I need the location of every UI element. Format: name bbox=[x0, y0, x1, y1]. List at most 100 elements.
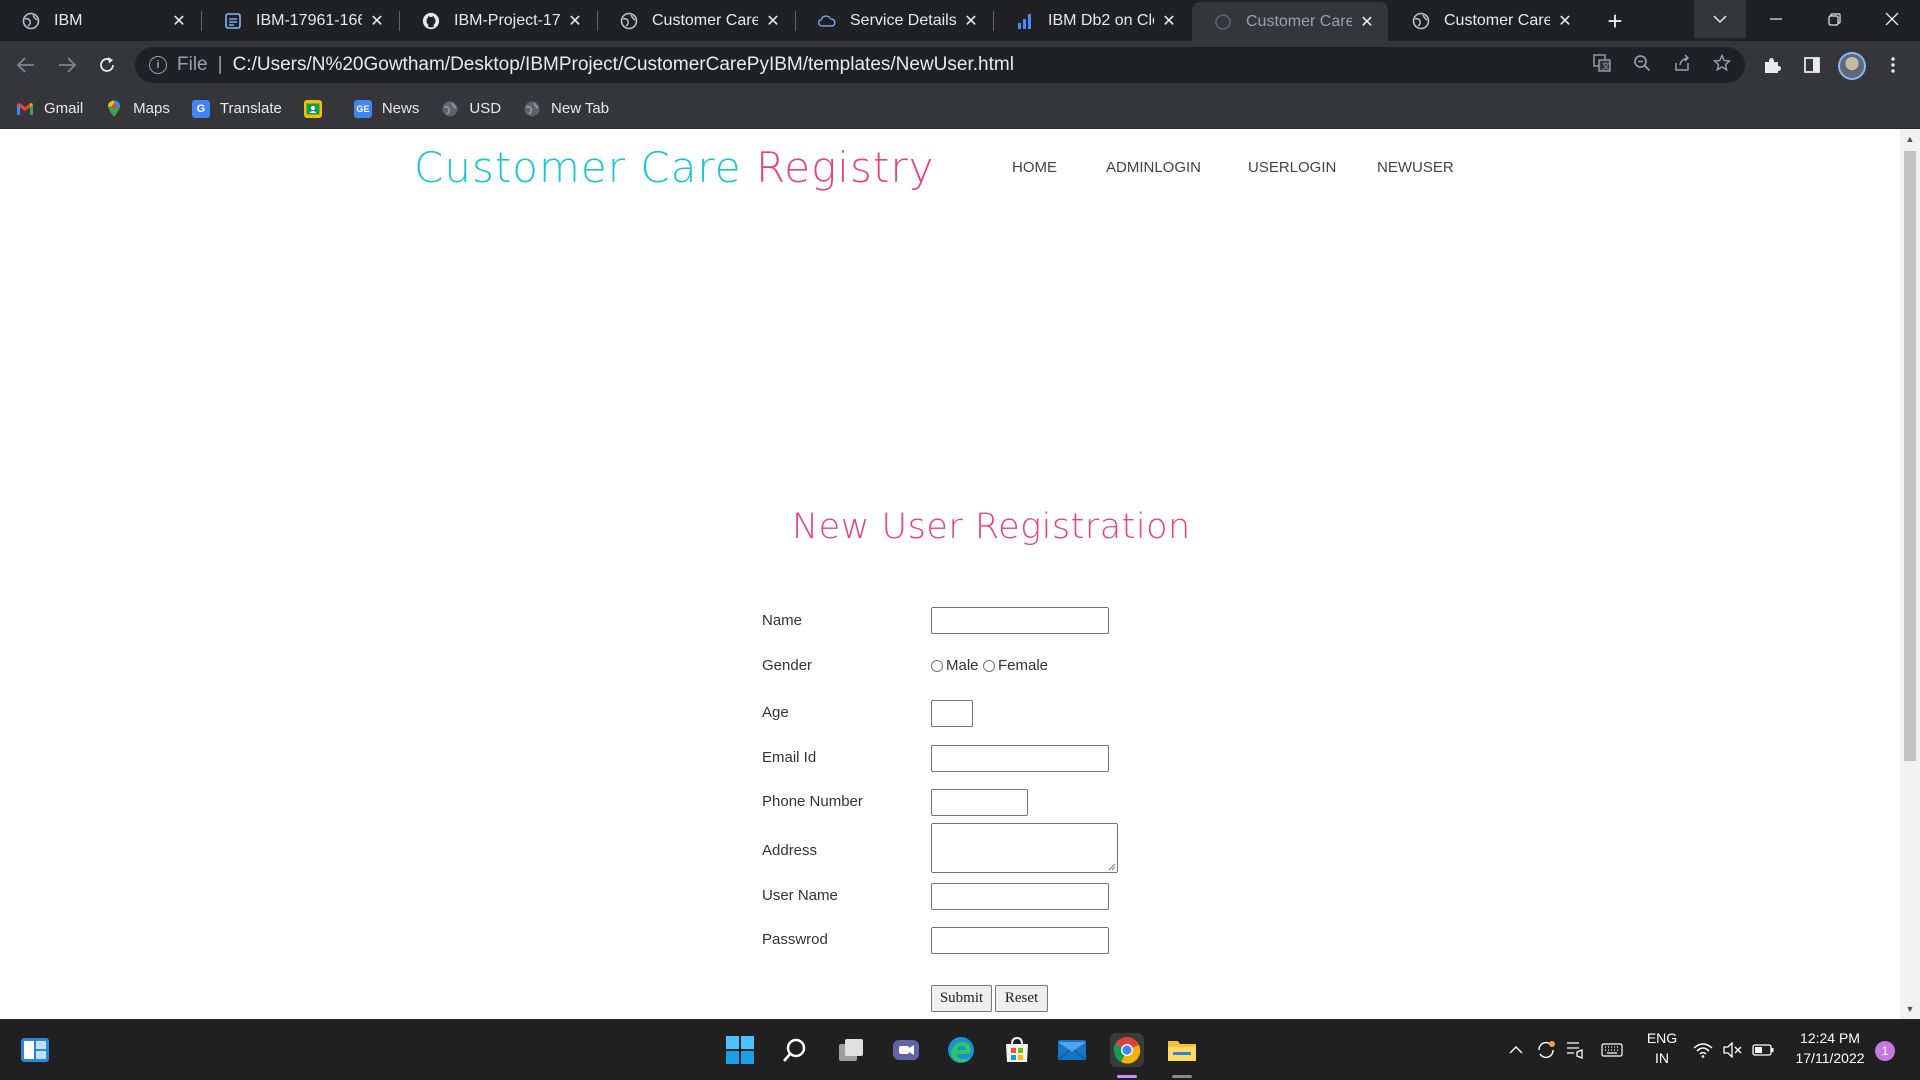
address-textarea[interactable] bbox=[931, 823, 1118, 873]
password-label: Passwrod bbox=[762, 931, 828, 948]
info-icon[interactable]: i bbox=[149, 56, 167, 74]
region-code: IN bbox=[1655, 1050, 1669, 1066]
browser-tab[interactable]: Service Details - I ✕ bbox=[796, 2, 992, 40]
volume-muted-icon[interactable] bbox=[1720, 1033, 1746, 1067]
page-scrollbar[interactable]: ▲ ▼ bbox=[1900, 129, 1920, 1019]
start-icon[interactable] bbox=[723, 1033, 757, 1067]
clock-date: 17/11/2022 bbox=[1795, 1050, 1865, 1066]
close-icon[interactable]: ✕ bbox=[1358, 13, 1376, 31]
tab-title: IBM-17961-16625 bbox=[256, 12, 362, 29]
close-window-button[interactable] bbox=[1864, 0, 1920, 38]
wifi-icon[interactable] bbox=[1690, 1033, 1716, 1067]
teams-chat-icon[interactable] bbox=[889, 1033, 923, 1067]
profile-avatar[interactable] bbox=[1838, 52, 1866, 80]
browser-tab[interactable]: IBM ✕ bbox=[0, 2, 200, 40]
mail-icon[interactable] bbox=[1055, 1033, 1089, 1067]
back-button[interactable] bbox=[10, 49, 42, 81]
bookmark-star-icon[interactable] bbox=[1712, 53, 1732, 77]
svg-text:文: 文 bbox=[1602, 61, 1610, 71]
address-bar[interactable]: i File | C:/Users/N%20Gowtham/Desktop/IB… bbox=[135, 47, 1745, 83]
gender-male-radio[interactable] bbox=[931, 660, 943, 672]
system-clock[interactable]: 12:24 PM 17/11/2022 bbox=[1790, 1028, 1870, 1068]
bookmark-translate[interactable]: G Translate bbox=[191, 99, 282, 118]
search-icon[interactable] bbox=[778, 1033, 812, 1067]
browser-tab[interactable]: IBM-17961-16625 ✕ bbox=[202, 2, 398, 40]
github-icon bbox=[422, 12, 440, 30]
scroll-down-arrow-icon[interactable]: ▼ bbox=[1900, 1001, 1920, 1017]
age-input[interactable] bbox=[931, 700, 973, 727]
nav-userlogin[interactable]: USERLOGIN bbox=[1248, 159, 1336, 176]
file-explorer-icon[interactable] bbox=[1165, 1033, 1199, 1067]
share-icon[interactable] bbox=[1673, 53, 1691, 77]
bookmark-new-tab[interactable]: New Tab bbox=[523, 100, 609, 118]
extensions-button[interactable] bbox=[1756, 49, 1788, 81]
zoom-icon[interactable] bbox=[1633, 54, 1651, 77]
close-icon[interactable]: ✕ bbox=[764, 12, 782, 30]
scroll-up-arrow-icon[interactable]: ▲ bbox=[1900, 131, 1920, 147]
bookmark-news[interactable]: GE News bbox=[353, 99, 420, 118]
close-icon[interactable]: ✕ bbox=[566, 12, 584, 30]
nav-newuser[interactable]: NEWUSER bbox=[1377, 159, 1454, 176]
close-icon[interactable]: ✕ bbox=[962, 12, 980, 30]
password-input[interactable] bbox=[931, 927, 1109, 954]
chevron-up-icon[interactable] bbox=[1506, 1033, 1526, 1067]
task-view-icon[interactable] bbox=[834, 1033, 868, 1067]
chrome-menu-button[interactable] bbox=[1877, 49, 1909, 81]
browser-tab[interactable]: IBM Db2 on Clou ✕ bbox=[994, 2, 1190, 40]
forward-button[interactable] bbox=[51, 49, 83, 81]
open-app-indicator bbox=[1172, 1075, 1192, 1078]
close-icon[interactable]: ✕ bbox=[170, 12, 188, 30]
site-logo[interactable]: Customer Care Registry bbox=[414, 143, 934, 192]
battery-icon[interactable] bbox=[1750, 1033, 1776, 1067]
language-indicator[interactable]: ENG IN bbox=[1642, 1028, 1682, 1068]
browser-tab[interactable]: Customer Care Re ✕ bbox=[598, 2, 794, 40]
name-label: Name bbox=[762, 612, 803, 629]
widgets-icon[interactable] bbox=[18, 1033, 52, 1067]
browser-tab[interactable]: IBM-Project-1796 ✕ bbox=[400, 2, 596, 40]
nav-adminlogin[interactable]: ADMINLOGIN bbox=[1106, 159, 1201, 176]
email-label: Email Id bbox=[762, 749, 817, 766]
restore-button[interactable] bbox=[1806, 0, 1862, 38]
globe-icon bbox=[523, 100, 541, 118]
email-input[interactable] bbox=[931, 745, 1109, 772]
tab-title: Customer Care Re bbox=[1246, 12, 1352, 30]
puzzle-icon bbox=[1765, 58, 1781, 73]
notification-center-icon[interactable] bbox=[1563, 1033, 1589, 1067]
bookmark-classroom[interactable] bbox=[303, 99, 332, 118]
side-panel-button[interactable] bbox=[1796, 49, 1828, 81]
sync-icon[interactable] bbox=[1533, 1033, 1559, 1067]
store-icon[interactable] bbox=[1000, 1033, 1034, 1067]
bookmark-gmail[interactable]: Gmail bbox=[16, 100, 83, 118]
submit-button[interactable]: Submit bbox=[931, 985, 992, 1012]
scrollbar-thumb[interactable] bbox=[1904, 151, 1916, 761]
nav-home[interactable]: HOME bbox=[1012, 159, 1057, 176]
close-icon[interactable]: ✕ bbox=[1556, 12, 1574, 30]
phone-input[interactable] bbox=[931, 789, 1028, 816]
restore-icon bbox=[1827, 12, 1841, 26]
keyboard-icon[interactable] bbox=[1597, 1033, 1627, 1067]
browser-tab-active[interactable]: Customer Care Re ✕ bbox=[1192, 2, 1388, 41]
username-input[interactable] bbox=[931, 883, 1109, 910]
minimize-button[interactable] bbox=[1748, 0, 1804, 38]
name-input[interactable] bbox=[931, 607, 1109, 634]
tab-search-button[interactable] bbox=[1694, 0, 1746, 38]
globe-icon bbox=[1412, 12, 1430, 30]
bookmark-maps[interactable]: Maps bbox=[105, 100, 170, 118]
new-tab-button[interactable]: + bbox=[1600, 6, 1630, 36]
translate-icon[interactable]: 文 bbox=[1593, 53, 1611, 77]
bookmark-label: USD bbox=[469, 100, 502, 117]
resize-handle-icon[interactable] bbox=[1106, 861, 1116, 871]
reset-button[interactable]: Reset bbox=[995, 985, 1048, 1012]
chrome-icon[interactable] bbox=[1110, 1033, 1144, 1067]
url-scheme: File bbox=[177, 54, 208, 75]
edge-icon[interactable] bbox=[944, 1033, 978, 1067]
reload-button[interactable] bbox=[91, 49, 123, 81]
bookmark-usd[interactable]: USD bbox=[441, 100, 501, 118]
close-icon[interactable]: ✕ bbox=[368, 12, 386, 30]
bookmark-label: News bbox=[381, 100, 420, 117]
gender-female-radio[interactable] bbox=[983, 660, 995, 672]
minimize-icon bbox=[1770, 18, 1782, 20]
notification-badge[interactable]: 1 bbox=[1875, 1041, 1895, 1061]
close-icon[interactable]: ✕ bbox=[1160, 12, 1178, 30]
browser-tab[interactable]: Customer Care Re ✕ bbox=[1390, 2, 1586, 40]
